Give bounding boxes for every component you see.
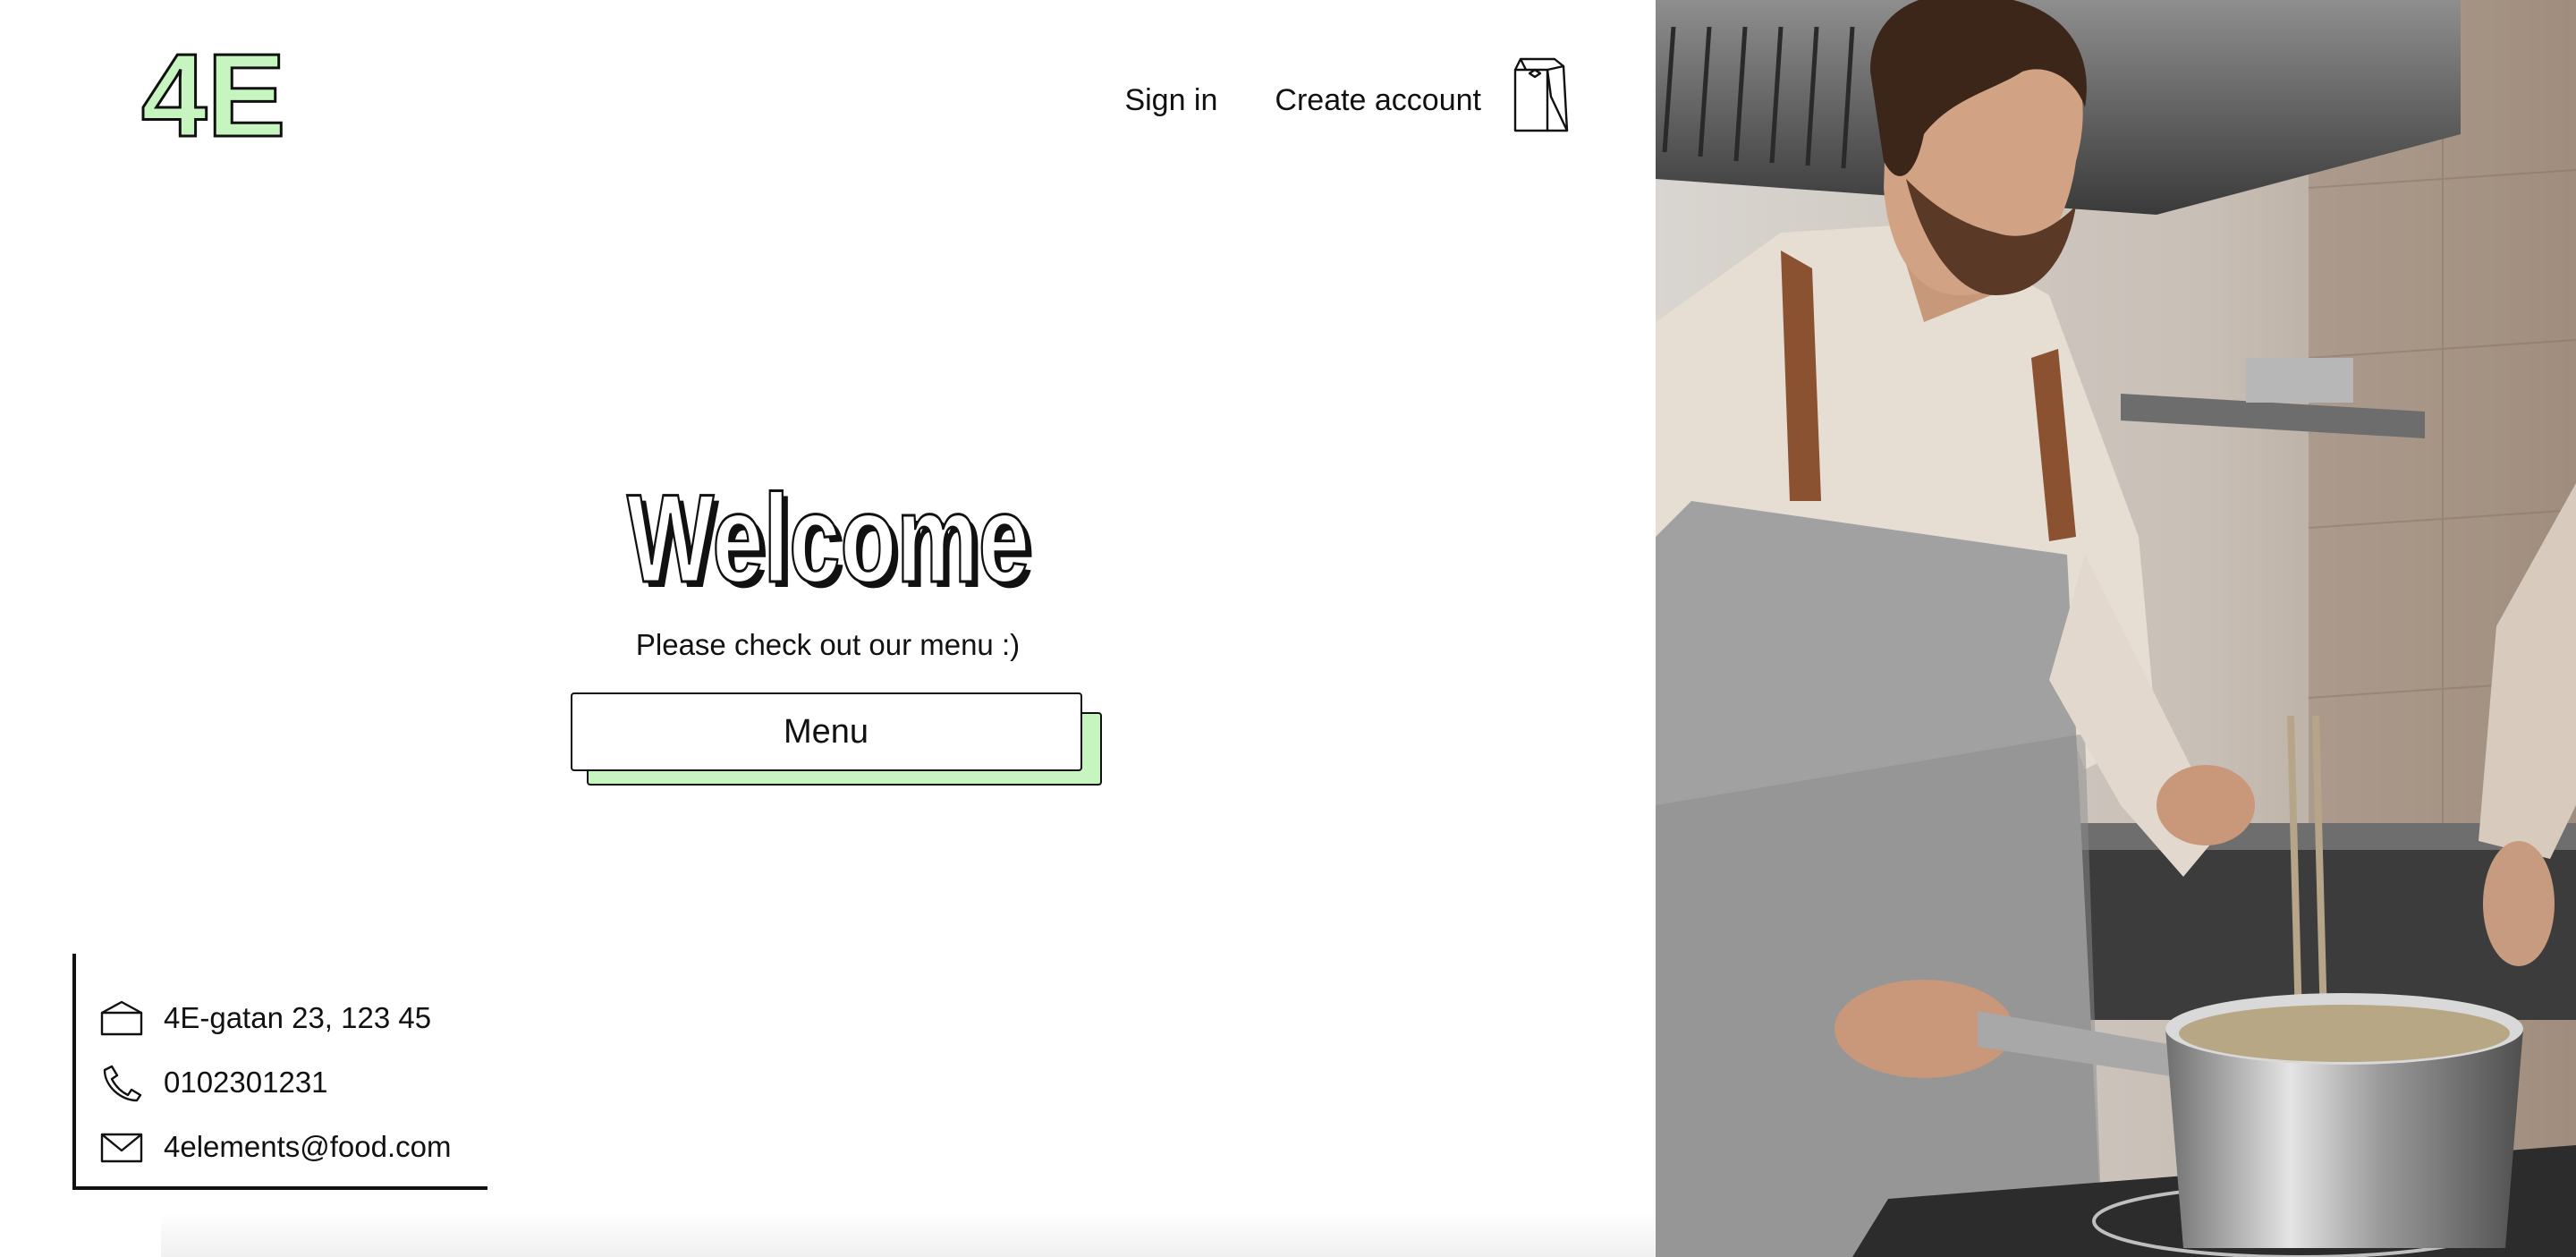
- menu-button-wrap: Menu: [570, 692, 1102, 786]
- left-panel: 4E Sign in Create account Welcome Welcom…: [0, 0, 1656, 1257]
- welcome-heading: Welcome Welcome: [625, 467, 1035, 609]
- create-account-link[interactable]: Create account: [1275, 81, 1481, 120]
- logo-text: 4E: [141, 30, 285, 147]
- bottom-fade: [161, 1212, 1656, 1257]
- welcome-heading-text: Welcome: [627, 468, 1030, 608]
- phone-text[interactable]: 0102301231: [164, 1066, 328, 1100]
- house-icon: [100, 1000, 143, 1036]
- logo[interactable]: 4E: [134, 30, 295, 147]
- phone-icon: [103, 1065, 142, 1102]
- hero: Welcome Welcome Please check out our men…: [0, 465, 1656, 786]
- email-text[interactable]: 4elements@food.com: [164, 1130, 452, 1164]
- top-nav: Sign in Create account: [1067, 57, 1571, 134]
- email-row: 4elements@food.com: [99, 1127, 452, 1167]
- contact-info: 4E-gatan 23, 123 45 0102301231 4elements…: [72, 954, 487, 1190]
- sign-in-link[interactable]: Sign in: [1124, 81, 1217, 120]
- address-text: 4E-gatan 23, 123 45: [164, 1001, 432, 1034]
- menu-button[interactable]: Menu: [570, 692, 1082, 771]
- address-row: 4E-gatan 23, 123 45: [99, 998, 431, 1038]
- phone-row: 0102301231: [99, 1063, 328, 1102]
- mail-icon: [100, 1133, 143, 1163]
- shopping-bag-icon[interactable]: [1508, 57, 1571, 134]
- chef-cooking-image: [1656, 0, 2576, 1257]
- hero-subtitle: Please check out our menu :): [635, 628, 1021, 661]
- chef-photo: [1656, 0, 2576, 1257]
